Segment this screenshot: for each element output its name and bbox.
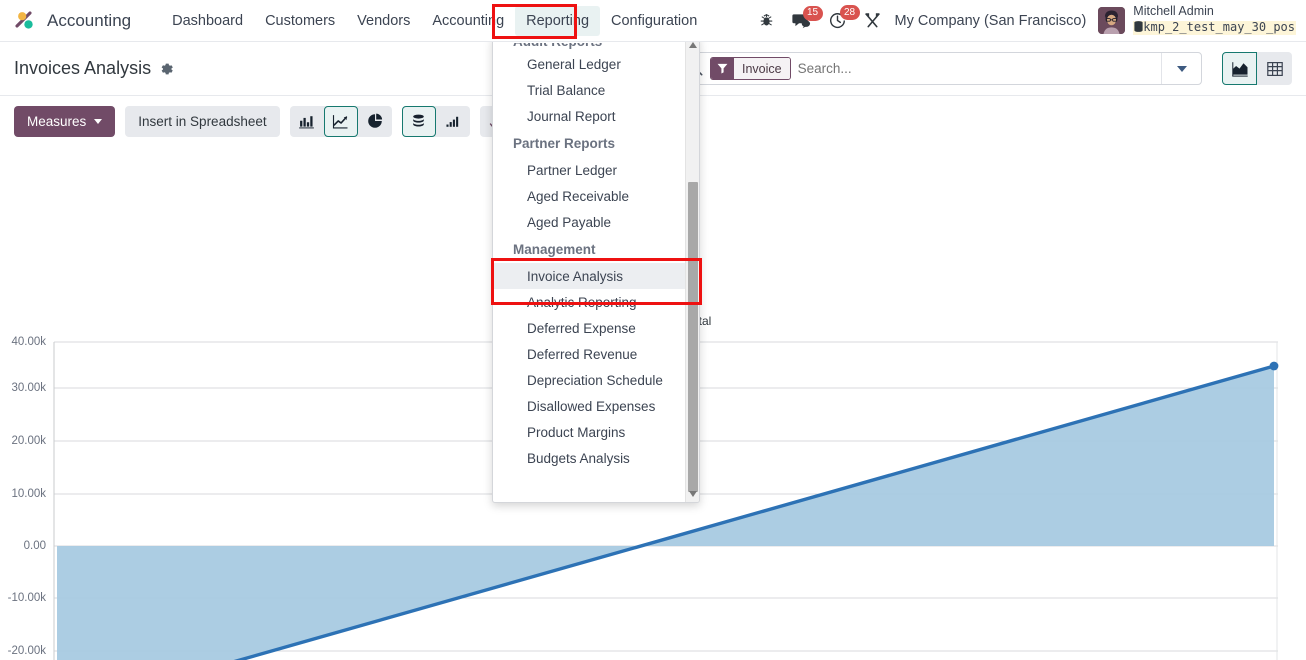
filter-funnel-icon [711, 58, 734, 79]
ascending-sort-button[interactable] [436, 106, 470, 137]
app-name[interactable]: Accounting [47, 11, 131, 31]
dropdown-item-journal-report[interactable]: Journal Report [493, 103, 685, 129]
bug-icon[interactable] [759, 13, 774, 28]
menu-item-vendors[interactable]: Vendors [346, 6, 421, 36]
menu-item-configuration[interactable]: Configuration [600, 6, 708, 36]
search-facet-invoice[interactable]: Invoice [710, 57, 791, 80]
chevron-down-icon [94, 118, 103, 124]
y-tick-label: 40.00k [11, 336, 46, 348]
user-info: Mitchell Admin kmp_2_test_may_30_pos [1133, 4, 1296, 37]
y-tick-label: -20.00k [8, 645, 47, 657]
chevron-down-icon [1176, 65, 1187, 72]
top-navbar: Accounting Dashboard Customers Vendors A… [0, 0, 1306, 42]
dropdown-item-aged-receivable[interactable]: Aged Receivable [493, 183, 685, 209]
stacked-button[interactable] [401, 105, 436, 137]
caret-up-icon[interactable] [688, 42, 697, 48]
bar-chart-button[interactable] [290, 106, 324, 137]
search-input[interactable] [797, 61, 1161, 76]
menu-item-accounting[interactable]: Accounting [421, 6, 515, 36]
odoo-logo-icon[interactable] [14, 9, 38, 33]
dropdown-item-partner-ledger[interactable]: Partner Ledger [493, 157, 685, 183]
pivot-view-button[interactable] [1257, 52, 1292, 85]
dropdown-section-header-management: Management [513, 242, 596, 257]
messages-icon[interactable]: 15 [791, 5, 823, 29]
scrollbar-thumb[interactable] [688, 182, 698, 492]
activities-badge: 28 [839, 5, 860, 20]
dropdown-item-aged-payable[interactable]: Aged Payable [493, 209, 685, 235]
dropdown-item-deferred-revenue[interactable]: Deferred Revenue [493, 341, 685, 367]
searchview[interactable]: Invoice [677, 52, 1202, 85]
database-name-text: kmp_2_test_may_30_pos [1143, 20, 1295, 35]
avatar[interactable] [1098, 6, 1126, 34]
dropdown-scrollbar[interactable] [685, 37, 699, 502]
dropdown-item-invoice-analysis[interactable]: Invoice Analysis [493, 263, 685, 289]
database-icon [1134, 21, 1143, 33]
line-chart-button[interactable] [323, 105, 358, 137]
dropdown-item-budgets-analysis[interactable]: Budgets Analysis [493, 445, 685, 471]
user-menu[interactable]: Mitchell Admin kmp_2_test_may_30_pos [1098, 4, 1296, 37]
y-tick-label: -10.00k [8, 592, 47, 604]
gear-icon[interactable] [160, 62, 174, 76]
search-dropdown-toggle[interactable] [1161, 53, 1201, 84]
measures-label: Measures [27, 113, 87, 129]
reporting-dropdown-menu[interactable]: Audit Reports General Ledger Trial Balan… [492, 36, 700, 503]
y-tick-label: 0.00 [24, 540, 46, 552]
dropdown-item-depreciation-schedule[interactable]: Depreciation Schedule [493, 367, 685, 393]
search-facet-label: Invoice [734, 58, 790, 79]
user-name: Mitchell Admin [1133, 4, 1214, 19]
activities-clock-icon[interactable]: 28 [829, 5, 860, 29]
graph-view-button[interactable] [1222, 52, 1257, 85]
user-db-line: kmp_2_test_may_30_pos [1133, 18, 1296, 36]
tools-wrench-icon[interactable] [864, 12, 881, 29]
menu-item-dashboard[interactable]: Dashboard [161, 6, 254, 36]
dropdown-item-trial-balance[interactable]: Trial Balance [493, 77, 685, 103]
main-menu: Dashboard Customers Vendors Accounting R… [161, 5, 708, 36]
pie-chart-button[interactable] [358, 106, 392, 137]
messages-badge: 15 [802, 5, 823, 21]
dropdown-cut-header: Audit Reports [493, 43, 685, 51]
chart-type-group [289, 105, 392, 137]
system-icons: 15 28 [759, 5, 881, 29]
menu-item-reporting[interactable]: Reporting [515, 5, 601, 36]
view-switcher [1222, 52, 1292, 85]
search-input-wrap [797, 61, 1161, 76]
reporting-dropdown-items: Audit Reports General Ledger Trial Balan… [493, 37, 685, 502]
dropdown-item-analytic-reporting[interactable]: Analytic Reporting [493, 289, 685, 315]
breadcrumb: Invoices Analysis [14, 58, 174, 79]
measures-button[interactable]: Measures [14, 105, 116, 137]
y-tick-label: 20.00k [11, 435, 46, 447]
insert-in-spreadsheet-button[interactable]: Insert in Spreadsheet [125, 105, 280, 137]
dropdown-item-deferred-expense[interactable]: Deferred Expense [493, 315, 685, 341]
caret-down-icon[interactable] [688, 491, 697, 497]
menu-item-customers[interactable]: Customers [254, 6, 346, 36]
dropdown-section-header-audit-reports: Audit Reports [513, 43, 602, 49]
database-name: kmp_2_test_may_30_pos [1133, 20, 1296, 36]
dropdown-item-product-margins[interactable]: Product Margins [493, 419, 685, 445]
chart-options-group [401, 105, 470, 137]
dropdown-section-header-partner-reports: Partner Reports [513, 136, 616, 151]
chart-point-june-2024 [1269, 361, 1279, 371]
dropdown-item-general-ledger[interactable]: General Ledger [493, 51, 685, 77]
y-tick-label: 30.00k [11, 382, 46, 394]
page-title: Invoices Analysis [14, 58, 152, 78]
dropdown-item-disallowed-expenses[interactable]: Disallowed Expenses [493, 393, 685, 419]
y-tick-label: 10.00k [11, 488, 46, 500]
company-selector[interactable]: My Company (San Francisco) [895, 13, 1087, 29]
